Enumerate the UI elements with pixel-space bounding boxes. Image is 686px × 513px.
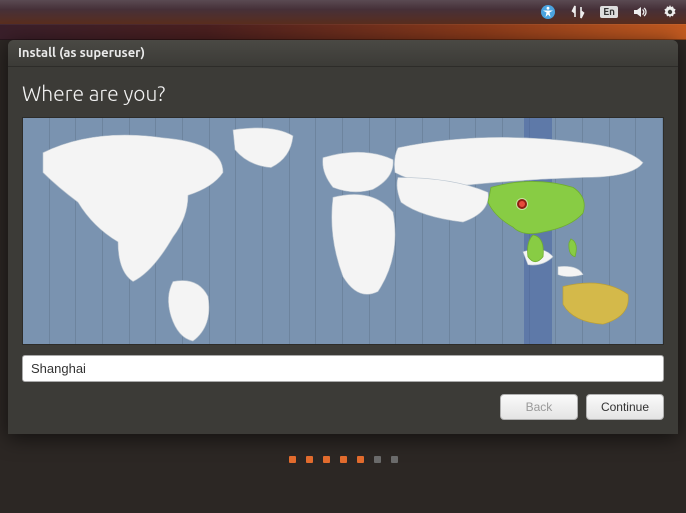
system-topbar: En (0, 0, 686, 24)
timezone-map[interactable] (22, 117, 664, 345)
window-content: Where are you? (8, 67, 678, 434)
country-australia (563, 283, 628, 324)
volume-icon[interactable] (632, 4, 648, 20)
progress-dot (374, 456, 381, 463)
language-badge-text: En (600, 6, 618, 18)
progress-dot (289, 456, 296, 463)
highlighted-country-china (488, 181, 584, 261)
accent-strip (0, 24, 686, 40)
world-map-svg (23, 118, 663, 344)
installer-window: Install (as superuser) Where are you? (8, 40, 678, 434)
progress-dot (340, 456, 347, 463)
gear-icon[interactable] (662, 4, 678, 20)
continue-button[interactable]: Continue (586, 394, 664, 420)
progress-dot (323, 456, 330, 463)
window-titlebar: Install (as superuser) (8, 40, 678, 67)
progress-dot (391, 456, 398, 463)
progress-dot (306, 456, 313, 463)
page-heading: Where are you? (22, 81, 664, 105)
location-pin (517, 199, 527, 209)
progress-dot (357, 456, 364, 463)
progress-dots (0, 434, 686, 485)
timezone-input[interactable] (22, 355, 664, 382)
back-button[interactable]: Back (500, 394, 578, 420)
accessibility-icon[interactable] (540, 4, 556, 20)
window-title: Install (as superuser) (18, 46, 145, 60)
language-indicator[interactable]: En (600, 6, 618, 18)
network-icon[interactable] (570, 4, 586, 20)
button-row: Back Continue (22, 394, 664, 420)
